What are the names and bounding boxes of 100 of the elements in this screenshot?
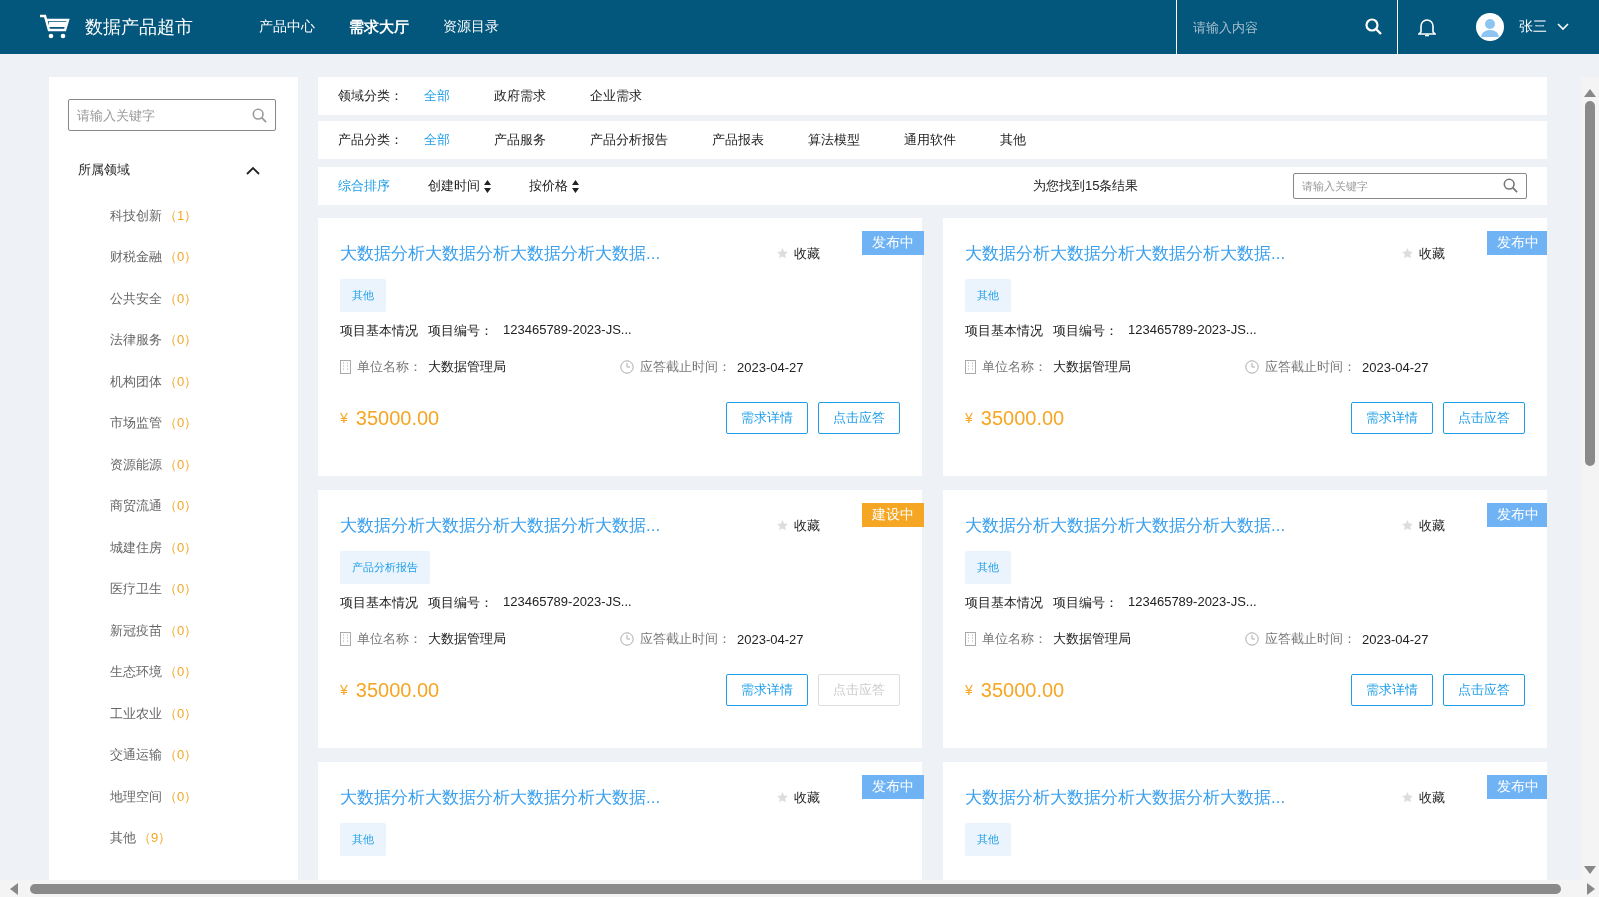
- category-count: （0）: [164, 289, 198, 308]
- result-count: 为您找到15条结果: [1033, 177, 1139, 195]
- category-link[interactable]: 法律服务: [110, 331, 162, 350]
- category-count: （9）: [138, 829, 172, 848]
- deadline-date: 2023-04-27: [737, 359, 804, 375]
- star-icon[interactable]: [1402, 792, 1413, 803]
- horizontal-scrollbar[interactable]: [0, 880, 1599, 897]
- category-link[interactable]: 医疗卫生: [110, 580, 162, 599]
- category-tag: 产品分析报告: [340, 551, 430, 584]
- building-icon: [965, 360, 976, 374]
- sort-arrows-icon[interactable]: [484, 179, 491, 193]
- price: 35000.00: [980, 406, 1065, 430]
- unit-name: 大数据管理局: [1053, 358, 1131, 376]
- favorite-label[interactable]: 收藏: [1419, 244, 1445, 263]
- sort-option[interactable]: 创建时间: [428, 177, 491, 195]
- filter-option[interactable]: 政府需求: [494, 87, 546, 105]
- filter-option[interactable]: 产品服务: [494, 131, 546, 149]
- category-link[interactable]: 生态环境: [110, 663, 162, 682]
- building-icon: [340, 632, 351, 646]
- bell-icon[interactable]: [1418, 17, 1436, 37]
- filter-label: 领域分类：: [338, 87, 404, 105]
- category-link[interactable]: 交通运输: [110, 746, 162, 765]
- vertical-scrollbar[interactable]: [1581, 77, 1599, 880]
- category-tag: 其他: [340, 279, 386, 312]
- favorite-label[interactable]: 收藏: [1419, 788, 1445, 807]
- nav-link[interactable]: 需求大厅: [349, 17, 409, 37]
- field-label: 项目编号：: [1053, 594, 1118, 612]
- clock-icon: [1245, 632, 1259, 646]
- search-icon[interactable]: [1503, 178, 1518, 193]
- keyword-field[interactable]: 请输入关键字: [1293, 173, 1527, 199]
- avatar-icon[interactable]: [1476, 13, 1504, 41]
- star-icon[interactable]: [1402, 520, 1413, 531]
- favorite-label[interactable]: 收藏: [794, 788, 820, 807]
- info-heading: 项目基本情况: [965, 322, 1043, 340]
- unit-name: 大数据管理局: [428, 630, 506, 648]
- project-number: 123465789-2023-JS...: [1128, 322, 1257, 339]
- field-label: 应答截止时间：: [640, 630, 731, 648]
- filter-option[interactable]: 通用软件: [904, 131, 956, 149]
- project-number: 123465789-2023-JS...: [503, 594, 632, 611]
- scroll-left-icon[interactable]: [10, 882, 18, 895]
- status-badge: 发布中: [1487, 775, 1547, 799]
- favorite-label[interactable]: 收藏: [794, 244, 820, 263]
- category-count: （0）: [164, 621, 198, 640]
- status-badge: 发布中: [1487, 503, 1547, 527]
- category-link[interactable]: 市场监管: [110, 414, 162, 433]
- price: 35000.00: [980, 678, 1065, 702]
- category-count: （0）: [164, 746, 198, 765]
- section-title[interactable]: 所属领域: [78, 161, 130, 179]
- chevron-up-icon[interactable]: [246, 165, 260, 175]
- favorite-label[interactable]: 收藏: [794, 516, 820, 535]
- deadline-date: 2023-04-27: [1362, 359, 1429, 375]
- category-link[interactable]: 地理空间: [110, 787, 162, 806]
- scroll-right-icon[interactable]: [1587, 882, 1595, 895]
- chevron-down-icon[interactable]: [1557, 23, 1569, 31]
- category-count: （0）: [164, 497, 198, 516]
- sort-arrows-icon[interactable]: [572, 179, 579, 193]
- category-link[interactable]: 工业农业: [110, 704, 162, 723]
- project-number: 123465789-2023-JS...: [1128, 594, 1257, 611]
- filter-option[interactable]: 其他: [1000, 131, 1026, 149]
- category-link[interactable]: 商贸流通: [110, 497, 162, 516]
- star-icon[interactable]: [1402, 248, 1413, 259]
- deadline-date: 2023-04-27: [737, 631, 804, 647]
- category-link[interactable]: 公共安全: [110, 289, 162, 308]
- category-link[interactable]: 财税金融: [110, 248, 162, 267]
- field-label: 应答截止时间：: [640, 358, 731, 376]
- currency-symbol: ¥: [340, 682, 348, 698]
- keyword-field[interactable]: 请输入关键字: [68, 99, 276, 131]
- filter-option[interactable]: 产品报表: [712, 131, 764, 149]
- category-link[interactable]: 机构团体: [110, 372, 162, 391]
- filter-option[interactable]: 产品分析报告: [590, 131, 668, 149]
- unit-name: 大数据管理局: [428, 358, 506, 376]
- deadline-date: 2023-04-27: [1362, 631, 1429, 647]
- field-label: 项目编号：: [1053, 322, 1118, 340]
- category-link[interactable]: 城建住房: [110, 538, 162, 557]
- scroll-down-icon[interactable]: [1584, 866, 1596, 874]
- filter-option[interactable]: 企业需求: [590, 87, 642, 105]
- category-link[interactable]: 资源能源: [110, 455, 162, 474]
- search-icon[interactable]: [1365, 18, 1382, 35]
- category-link[interactable]: 新冠疫苗: [110, 621, 162, 640]
- star-icon[interactable]: [777, 520, 788, 531]
- category-link[interactable]: 其他: [110, 829, 136, 848]
- category-tag: 其他: [965, 279, 1011, 312]
- field-label: 应答截止时间：: [1265, 630, 1356, 648]
- sort-option[interactable]: 按价格: [529, 177, 579, 195]
- price: 35000.00: [355, 406, 440, 430]
- scroll-up-icon[interactable]: [1584, 89, 1596, 97]
- clock-icon: [620, 632, 634, 646]
- field-label: 应答截止时间：: [1265, 358, 1356, 376]
- category-count: （0）: [164, 414, 198, 433]
- category-link[interactable]: 科技创新: [110, 206, 162, 225]
- star-icon[interactable]: [777, 792, 788, 803]
- user-name[interactable]: 张三: [1519, 18, 1547, 36]
- nav-link[interactable]: 资源目录: [443, 17, 499, 37]
- filter-option[interactable]: 算法模型: [808, 131, 860, 149]
- field-label: 项目编号：: [428, 322, 493, 340]
- favorite-label[interactable]: 收藏: [1419, 516, 1445, 535]
- nav-link[interactable]: 产品中心: [259, 17, 315, 37]
- category-count: （0）: [164, 248, 198, 267]
- search-field[interactable]: 请输入内容: [1176, 0, 1398, 54]
- star-icon[interactable]: [777, 248, 788, 259]
